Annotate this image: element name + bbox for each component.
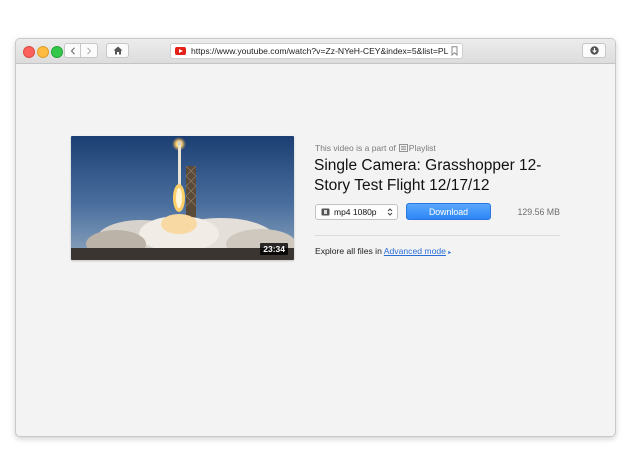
youtube-icon	[175, 47, 186, 55]
chevron-right-small-icon: ▸	[448, 250, 452, 256]
select-arrows-icon	[387, 208, 393, 216]
part-of-text: This video is a part of	[315, 143, 396, 153]
maximize-window-button[interactable]	[51, 46, 63, 58]
advanced-mode-link[interactable]: Advanced mode	[384, 246, 446, 256]
explore-text: Explore all files in	[315, 246, 382, 256]
url-text[interactable]: https://www.youtube.com/watch?v=Zz-NYeH-…	[191, 46, 449, 56]
toolbar: https://www.youtube.com/watch?v=Zz-NYeH-…	[16, 39, 615, 64]
rocket-launch-image	[71, 136, 294, 260]
back-button[interactable]	[64, 43, 81, 58]
download-icon	[589, 46, 599, 55]
address-bar[interactable]: https://www.youtube.com/watch?v=Zz-NYeH-…	[170, 43, 463, 59]
bookmark-icon[interactable]	[451, 46, 458, 56]
video-title: Single Camera: Grasshopper 12-Story Test…	[314, 157, 542, 194]
film-icon	[321, 208, 330, 216]
file-size: 129.56 MB	[517, 207, 560, 217]
chevron-right-icon	[87, 46, 92, 55]
video-duration: 23:34	[260, 243, 288, 255]
playlist-label: Playlist	[408, 143, 436, 153]
divider	[315, 235, 560, 236]
home-button[interactable]	[106, 43, 129, 58]
video-thumbnail[interactable]: 23:34	[71, 136, 294, 260]
playlist-info: This video is a part of Playlist	[315, 143, 436, 153]
playlist-icon	[398, 144, 408, 152]
format-select[interactable]: mp4 1080p	[315, 204, 398, 220]
home-icon	[113, 46, 122, 55]
app-window: https://www.youtube.com/watch?v=Zz-NYeH-…	[15, 38, 616, 437]
download-button[interactable]: Download	[406, 203, 491, 220]
minimize-window-button[interactable]	[37, 46, 49, 58]
downloads-button[interactable]	[582, 43, 606, 58]
forward-button[interactable]	[81, 43, 98, 58]
close-window-button[interactable]	[23, 46, 35, 58]
explore-files: Explore all files in Advanced mode ▸	[315, 246, 451, 256]
chevron-left-icon	[70, 46, 75, 55]
format-value: mp4 1080p	[334, 207, 377, 217]
